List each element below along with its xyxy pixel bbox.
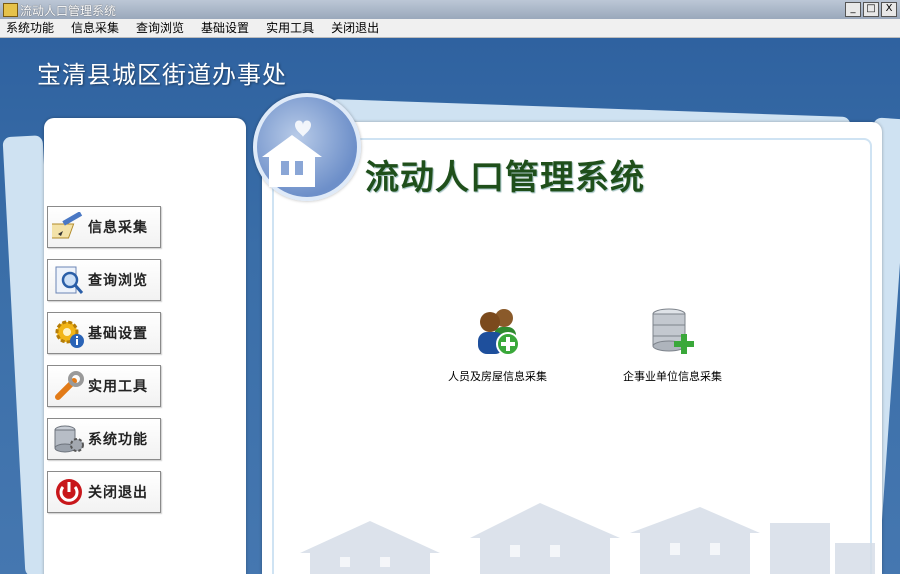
sidebar-label: 查询浏览 xyxy=(88,273,148,289)
quick-action-person-house[interactable]: 人员及房屋信息采集 xyxy=(448,304,547,384)
menu-bar: 系统功能 信息采集 查询浏览 基础设置 实用工具 关闭退出 xyxy=(0,19,900,38)
database-gear-icon xyxy=(52,422,86,456)
sidebar-btn-tools[interactable]: 实用工具 xyxy=(47,365,161,407)
menu-system[interactable]: 系统功能 xyxy=(0,19,63,37)
window-title: 流动人口管理系统 xyxy=(20,4,117,18)
buildings-skyline-decoration xyxy=(300,503,875,574)
app-icon xyxy=(3,3,18,17)
maximize-button[interactable]: □ xyxy=(863,2,879,17)
sidebar-btn-settings[interactable]: 基础设置 xyxy=(47,312,161,354)
pencil-paper-icon xyxy=(52,210,86,244)
quick-action-label: 人员及房屋信息采集 xyxy=(448,370,547,383)
sidebar-label: 信息采集 xyxy=(88,220,148,236)
title-bar: 流动人口管理系统 _ □ X xyxy=(0,0,900,20)
quick-action-enterprise[interactable]: 企事业单位信息采集 xyxy=(623,304,722,384)
sidebar-btn-collect[interactable]: 信息采集 xyxy=(47,206,161,248)
sidebar-btn-browse[interactable]: 查询浏览 xyxy=(47,259,161,301)
sidebar-label: 关闭退出 xyxy=(88,485,148,501)
menu-exit[interactable]: 关闭退出 xyxy=(323,19,388,37)
sidebar-btn-system[interactable]: 系统功能 xyxy=(47,418,161,460)
sidebar-label: 系统功能 xyxy=(88,432,148,448)
menu-collect[interactable]: 信息采集 xyxy=(63,19,128,37)
main-canvas: 宝清县城区街道办事处 信息采集 查询浏览 基础设置 实用工具 系统功能 关闭退出… xyxy=(0,38,900,574)
minimize-button[interactable]: _ xyxy=(845,2,861,17)
sidebar-label: 实用工具 xyxy=(88,379,148,395)
sidebar-btn-exit[interactable]: 关闭退出 xyxy=(47,471,161,513)
menu-browse[interactable]: 查询浏览 xyxy=(128,19,193,37)
quick-action-label: 企事业单位信息采集 xyxy=(623,370,722,383)
database-add-icon xyxy=(645,304,701,364)
organization-name: 宝清县城区街道办事处 xyxy=(37,61,287,89)
sidebar-label: 基础设置 xyxy=(88,326,148,342)
system-title: 流动人口管理系统 xyxy=(365,158,645,198)
menu-settings[interactable]: 基础设置 xyxy=(193,19,258,37)
menu-tools[interactable]: 实用工具 xyxy=(258,19,323,37)
wrench-icon xyxy=(52,369,86,403)
close-button[interactable]: X xyxy=(881,2,897,17)
gear-info-icon xyxy=(52,316,86,350)
users-add-icon xyxy=(470,304,526,364)
power-icon xyxy=(52,475,86,509)
house-logo-icon xyxy=(253,93,361,201)
magnifier-document-icon xyxy=(52,263,86,297)
